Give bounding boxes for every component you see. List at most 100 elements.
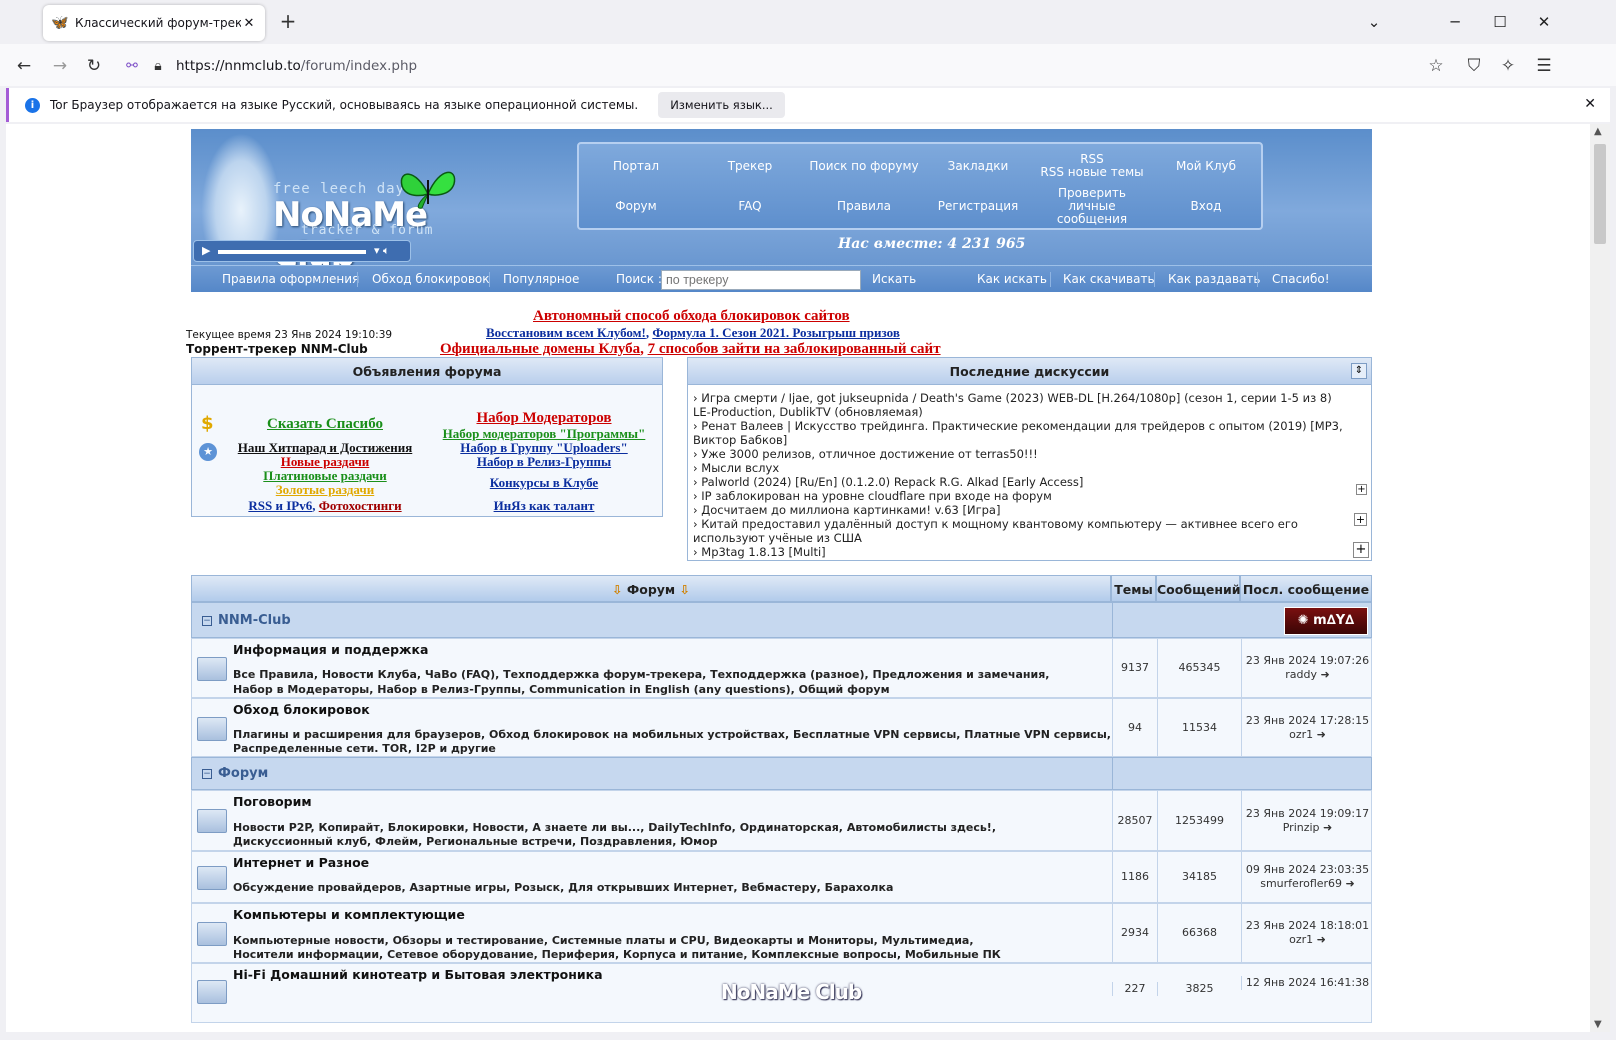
browser-tab[interactable]: 🦋 Классический форум-трекер ✕ (43, 5, 265, 41)
site-logo[interactable]: free leech day NoNaMe Club tracker & for… (191, 129, 481, 275)
tor-circuit-icon[interactable]: ⚯ (118, 52, 146, 80)
discussion-item[interactable]: › Уже 3000 релизов, отличное достижение … (693, 447, 1343, 461)
bookmark-star-icon[interactable]: ☆ (1422, 52, 1450, 80)
scroll-down-arrow-icon[interactable]: ▼ (1594, 1019, 1602, 1030)
forum-name[interactable]: Поговорим (233, 794, 312, 809)
subforum-links[interactable]: Обсуждение провайдеров, Азартные игры, Р… (233, 880, 893, 895)
subnav-rules[interactable]: Правила оформления (222, 272, 359, 286)
discussion-item[interactable]: › Palworld (2024) [Ru/En] (0.1.2.0) Repa… (693, 475, 1343, 489)
forum-row[interactable]: Интернет и Разное Обсуждение провайдеров… (191, 851, 1372, 903)
maya-planet-banner-icon[interactable]: ✺ m∆Y∆ (1284, 607, 1368, 635)
player-progress-bar[interactable] (218, 250, 366, 254)
link-rss-ipv6[interactable]: RSS и IPv6 (248, 498, 312, 513)
menu-forum-search[interactable]: Поиск по форуму (807, 146, 921, 186)
category-row[interactable]: − Форум (191, 757, 1372, 790)
lock-icon[interactable]: 🔒︎ (144, 52, 172, 80)
menu-portal[interactable]: Портал (579, 146, 693, 186)
forum-name[interactable]: Информация и поддержка (233, 642, 428, 657)
category-name[interactable]: NNM-Club (218, 613, 291, 628)
menu-faq[interactable]: FAQ (693, 186, 807, 226)
menu-tracker[interactable]: Трекер (693, 146, 807, 186)
category-name[interactable]: Форум (218, 766, 268, 781)
ticker-link-restore[interactable]: Восстановим всем Клубом! (486, 325, 646, 340)
discussion-item[interactable]: › Китай предоставил удалённый доступ к м… (693, 517, 1343, 545)
subforum-links[interactable]: Компьютерные новости, Обзоры и тестирова… (233, 933, 974, 948)
expand-plus-icon[interactable]: + (1353, 542, 1369, 558)
discussion-item[interactable]: › Досчитаем до миллиона картинками! v.63… (693, 503, 1343, 517)
menu-my-club[interactable]: Мой Клуб (1149, 146, 1263, 186)
category-row[interactable]: − NNM-Club ✺ m∆Y∆ (191, 602, 1372, 638)
goto-last-post-icon[interactable]: ➜ (1323, 821, 1332, 834)
menu-bookmarks[interactable]: Закладки (921, 146, 1035, 186)
link-release-groups[interactable]: Набор в Релиз-Группы (424, 454, 664, 470)
page-scrollbar[interactable]: ▲ ▼ (1590, 124, 1610, 1032)
subforum-links[interactable]: Новости P2P, Копирайт, Блокировки, Новос… (233, 820, 996, 835)
maximize-button[interactable]: ☐ (1488, 10, 1512, 34)
forum-row[interactable]: Поговорим Новости P2P, Копирайт, Блокиро… (191, 790, 1372, 851)
tab-list-chevron-icon[interactable]: ⌄ (1362, 10, 1386, 34)
search-button[interactable]: Искать (872, 272, 916, 286)
scrollbar-thumb[interactable] (1594, 144, 1606, 244)
menu-rss[interactable]: RSS RSS новые темы (1035, 146, 1149, 186)
forum-name[interactable]: Hi-Fi Домашний кинотеатр и Бытовая элект… (233, 967, 603, 982)
menu-registration[interactable]: Регистрация (921, 186, 1035, 226)
expand-plus-icon[interactable]: + (1356, 484, 1367, 495)
goto-last-post-icon[interactable]: ➜ (1346, 877, 1355, 890)
goto-last-post-icon[interactable]: ➜ (1321, 668, 1330, 681)
subnav-how-download[interactable]: Как скачивать (1063, 272, 1155, 286)
menu-private-messages[interactable]: Проверить личные сообщения (1035, 186, 1149, 226)
last-post[interactable]: 23 Янв 2024 17:28:15 ozr1 ➜ (1241, 699, 1373, 756)
new-identity-broom-icon[interactable]: ✧ (1494, 52, 1522, 80)
discussion-item[interactable]: › IP заблокирован на уровне cloudflare п… (693, 489, 1343, 503)
expand-plus-icon[interactable]: + (1354, 513, 1367, 526)
hamburger-menu-icon[interactable]: ☰ (1530, 52, 1558, 80)
subforum-links[interactable]: Распределенные сети. TOR, I2P и другие (233, 741, 496, 756)
collapse-panel-icon[interactable]: ⇕ (1351, 363, 1367, 379)
play-icon[interactable]: ▶ (202, 244, 210, 257)
scroll-up-arrow-icon[interactable]: ▲ (1594, 126, 1602, 137)
reload-icon[interactable]: ↻ (80, 52, 108, 80)
collapse-category-icon[interactable]: − (202, 769, 212, 779)
link-foreign-languages[interactable]: ИнЯз как талант (424, 498, 664, 514)
ticker-link-f1[interactable]: Формула 1. Сезон 2021. Розыгрыш призов (652, 325, 900, 340)
close-infobar-icon[interactable]: ✕ (1584, 96, 1596, 112)
subforum-links[interactable]: Дискуссионный клуб, Флейм, Региональные … (233, 834, 718, 849)
subforum-links[interactable]: Набор в Модераторы, Набор в Релиз-Группы… (233, 682, 890, 697)
ticker-link-7ways[interactable]: 7 способов зайти на заблокированный сайт (648, 341, 941, 357)
goto-last-post-icon[interactable]: ➜ (1317, 933, 1326, 946)
discussion-item[interactable]: › Mp3tag 1.8.13 [Multi] (693, 545, 1343, 559)
link-contests[interactable]: Конкурсы в Клубе (424, 475, 664, 491)
link-say-thanks[interactable]: Сказать Спасибо (235, 416, 415, 433)
subnav-popular[interactable]: Популярное (503, 272, 579, 286)
link-moderator-recruit[interactable]: Набор Модераторов (424, 410, 664, 427)
forum-row[interactable]: Компьютеры и комплектующие Компьютерные … (191, 903, 1372, 963)
last-post[interactable]: 23 Янв 2024 19:09:17 Prinzip ➜ (1241, 791, 1373, 850)
subnav-how-search[interactable]: Как искать (977, 272, 1047, 286)
ticker-link-domains[interactable]: Официальные домены Клуба (440, 341, 640, 357)
subnav-how-seed[interactable]: Как раздавать (1168, 272, 1260, 286)
close-window-button[interactable]: ✕ (1532, 10, 1556, 34)
forum-row[interactable]: Информация и поддержка Все Правила, Ново… (191, 638, 1372, 698)
subforum-links[interactable]: Плагины и расширения для браузеров, Обхо… (233, 727, 1111, 742)
back-icon[interactable]: ← (10, 52, 38, 80)
link-gold[interactable]: Золотые раздачи (235, 482, 415, 498)
goto-last-post-icon[interactable]: ➜ (1317, 728, 1326, 741)
search-input[interactable] (661, 270, 861, 290)
subnav-thanks[interactable]: Спасибо! (1272, 272, 1330, 286)
discussion-item[interactable]: › Игра смерти / Ijae, got jukseupnida / … (693, 391, 1343, 419)
forum-name[interactable]: Интернет и Разное (233, 855, 369, 870)
minimize-button[interactable]: ─ (1443, 10, 1467, 34)
discussion-item[interactable]: › Ренат Валеев | Искусство трейдинга. Пр… (693, 419, 1343, 447)
discussion-item[interactable]: › Мысли вслух (693, 461, 1343, 475)
collapse-category-icon[interactable]: − (202, 616, 212, 626)
forward-icon[interactable]: → (46, 52, 74, 80)
change-language-button[interactable]: Изменить язык... (658, 92, 785, 118)
volume-icon[interactable]: ▾ 🔈︎ (374, 244, 390, 258)
forum-row[interactable]: Обход блокировок Плагины и расширения дл… (191, 698, 1372, 757)
new-tab-button[interactable]: + (276, 10, 300, 34)
shield-icon[interactable]: ⛉ (1460, 52, 1488, 80)
menu-login[interactable]: Вход (1149, 186, 1263, 226)
subforum-links[interactable]: Носители информации, Сетевое оборудовани… (233, 947, 1001, 962)
last-post[interactable]: 09 Янв 2024 23:03:35 smurferofler69 ➜ (1241, 852, 1373, 902)
link-photohosting[interactable]: Фотохостинги (319, 498, 402, 513)
